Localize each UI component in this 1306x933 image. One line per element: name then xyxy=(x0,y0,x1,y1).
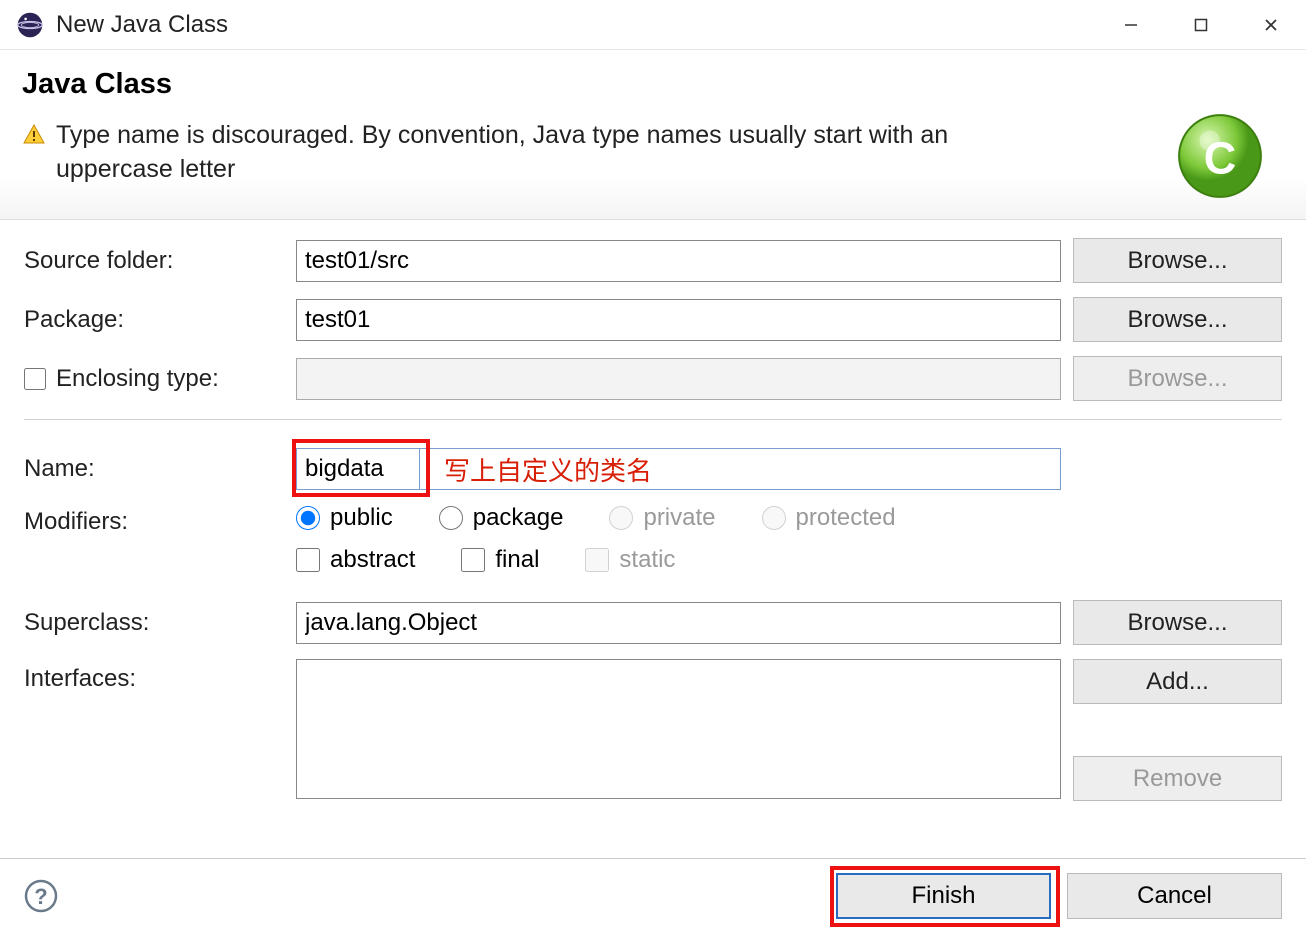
superclass-label: Superclass: xyxy=(24,609,284,637)
window-title: New Java Class xyxy=(56,11,1096,39)
enclosing-type-label-text: Enclosing type: xyxy=(56,365,219,393)
titlebar: New Java Class xyxy=(0,0,1306,50)
name-label: Name: xyxy=(24,455,284,483)
interfaces-list[interactable] xyxy=(296,659,1061,799)
svg-text:C: C xyxy=(1204,132,1236,183)
close-button[interactable] xyxy=(1236,0,1306,49)
dialog-heading: Java Class xyxy=(22,68,1284,101)
modifier-final[interactable]: final xyxy=(461,546,539,574)
interfaces-remove-button: Remove xyxy=(1073,756,1282,801)
package-input[interactable] xyxy=(296,299,1061,341)
enclosing-type-browse-button: Browse... xyxy=(1073,356,1282,401)
warning-icon xyxy=(22,123,46,147)
help-icon[interactable]: ? xyxy=(24,879,58,913)
eclipse-icon xyxy=(16,11,44,39)
warning-text: Type name is discouraged. By convention,… xyxy=(56,119,1022,187)
superclass-input[interactable] xyxy=(296,602,1061,644)
package-browse-button[interactable]: Browse... xyxy=(1073,297,1282,342)
dialog-footer: ? Finish Cancel xyxy=(0,858,1306,933)
modifier-public[interactable]: public xyxy=(296,504,393,532)
source-folder-browse-button[interactable]: Browse... xyxy=(1073,238,1282,283)
cancel-button[interactable]: Cancel xyxy=(1067,873,1282,919)
minimize-button[interactable] xyxy=(1096,0,1166,49)
dialog-header: Java Class Type name is discouraged. By … xyxy=(0,50,1306,220)
form-area: Source folder: Browse... Package: Browse… xyxy=(0,220,1306,801)
superclass-browse-button[interactable]: Browse... xyxy=(1073,600,1282,645)
finish-button[interactable]: Finish xyxy=(836,873,1051,919)
modifiers-label: Modifiers: xyxy=(24,504,284,536)
modifier-static: static xyxy=(585,546,675,574)
modifier-protected: protected xyxy=(762,504,896,532)
modifier-private: private xyxy=(609,504,715,532)
name-input[interactable] xyxy=(296,448,420,490)
maximize-button[interactable] xyxy=(1166,0,1236,49)
interfaces-label: Interfaces: xyxy=(24,659,284,693)
separator xyxy=(24,419,1282,420)
enclosing-type-label: Enclosing type: xyxy=(24,365,284,393)
enclosing-type-input xyxy=(296,358,1061,400)
modifier-abstract[interactable]: abstract xyxy=(296,546,415,574)
name-annotation: 写上自定义的类名 xyxy=(420,448,1061,490)
modifier-package[interactable]: package xyxy=(439,504,564,532)
class-badge-icon: C xyxy=(1174,110,1266,202)
enclosing-type-checkbox[interactable] xyxy=(24,368,46,390)
interfaces-add-button[interactable]: Add... xyxy=(1073,659,1282,704)
source-folder-label: Source folder: xyxy=(24,247,284,275)
package-label: Package: xyxy=(24,306,284,334)
svg-text:?: ? xyxy=(34,884,47,909)
window-controls xyxy=(1096,0,1306,49)
source-folder-input[interactable] xyxy=(296,240,1061,282)
